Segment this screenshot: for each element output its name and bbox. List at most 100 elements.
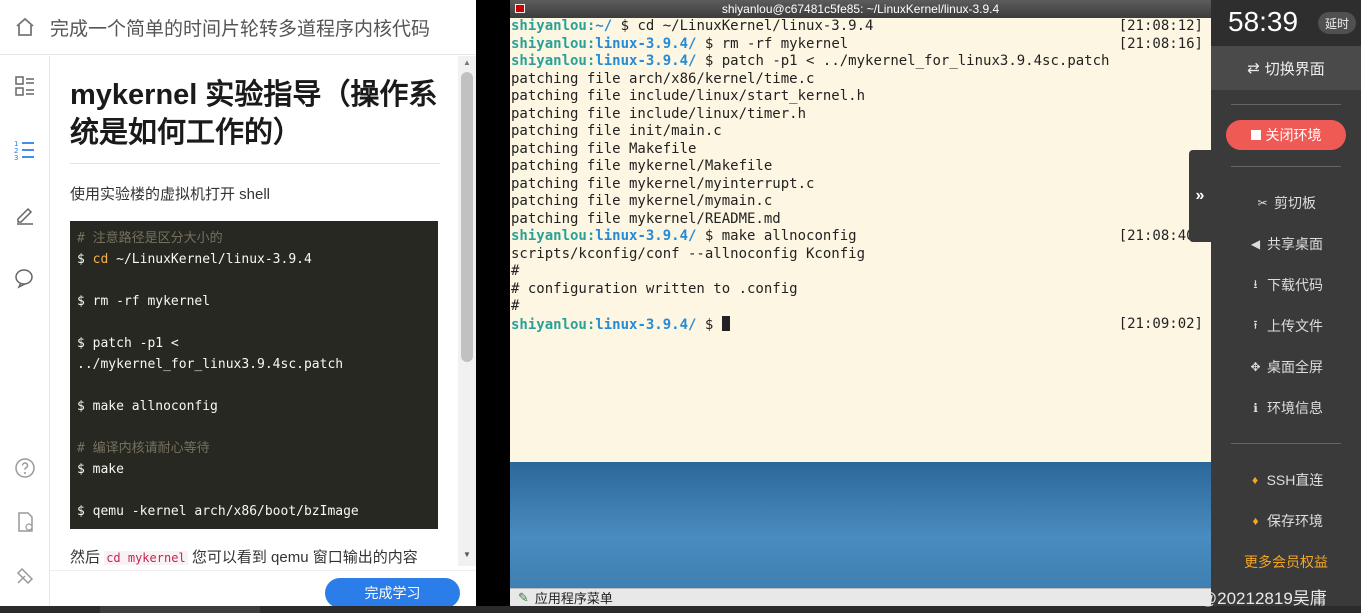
close-env-button[interactable]: 关闭环境 bbox=[1226, 120, 1346, 150]
terminal-line: scripts/kconfig/conf --allnoconfig Kconf… bbox=[511, 245, 866, 262]
overview-icon[interactable] bbox=[13, 74, 37, 98]
course-header: 完成一个简单的时间片轮转多道程序内核代码 bbox=[0, 0, 476, 55]
course-title: 完成一个简单的时间片轮转多道程序内核代码 bbox=[50, 18, 431, 40]
terminal-line: patching file include/linux/start_kernel… bbox=[511, 88, 866, 104]
report-icon[interactable] bbox=[13, 510, 37, 534]
inline-code: cd mykernel bbox=[104, 551, 188, 565]
double-chevron-right-icon: » bbox=[1195, 187, 1205, 204]
scroll-down-icon[interactable]: ▼ bbox=[463, 550, 471, 559]
terminal-line: patching file mykernel/mymain.c bbox=[511, 193, 773, 209]
ordered-list-icon[interactable]: 123 bbox=[13, 138, 37, 162]
clipboard-label: 剪切板 bbox=[1274, 195, 1316, 211]
code-line: $ qemu -kernel arch/x86/boot/bzImage bbox=[77, 504, 359, 519]
svg-text:3: 3 bbox=[14, 154, 18, 162]
upload-file-button[interactable]: ⭱ 上传文件 bbox=[1211, 314, 1361, 338]
terminal-timestamp: [21:08:12] bbox=[1118, 18, 1203, 34]
expand-panel-tab[interactable]: » bbox=[1189, 150, 1211, 242]
download-code-button[interactable]: ⭳ 下载代码 bbox=[1211, 273, 1361, 297]
terminal-line: patching file Makefile bbox=[511, 140, 697, 157]
csdn-watermark: CSDN @20212819吴庸 bbox=[1147, 589, 1327, 608]
terminal-line: shiyanlou:linux-3.9.4/ $ make allnoconfi… bbox=[511, 228, 1203, 244]
doc-scrollbar-thumb[interactable] bbox=[461, 72, 473, 362]
extend-time-button[interactable]: 延时 bbox=[1318, 12, 1356, 34]
switch-view-button[interactable]: ⇄ 切换界面 bbox=[1211, 46, 1361, 90]
after-suffix: 您可以看到 qemu 窗口输出的内容 bbox=[191, 549, 418, 566]
share-desktop-button[interactable]: ◀ 共享桌面 bbox=[1211, 232, 1361, 256]
desktop-taskbar: ✎ 应用程序菜单 bbox=[510, 588, 1211, 606]
terminal-line: patching file include/linux/timer.h bbox=[511, 105, 807, 122]
code-line: # 注意路径是区分大小的 bbox=[77, 231, 223, 246]
code-block: # 注意路径是区分大小的 $ cd ~/LinuxKernel/linux-3.9… bbox=[70, 221, 438, 529]
clipboard-icon: ✂ bbox=[1257, 196, 1268, 210]
terminal-output[interactable]: shiyanlou:~/ $ cd ~/LinuxKernel/linux-3.… bbox=[510, 18, 1211, 462]
stop-icon bbox=[1250, 130, 1261, 140]
diamond-icon: ♦ bbox=[1252, 514, 1259, 528]
ssh-connect-button[interactable]: ♦ SSH直连 bbox=[1211, 468, 1361, 492]
code-line: $ rm -rf mykernel bbox=[77, 294, 211, 309]
terminal-line: patching file mykernel/myinterrupt.c bbox=[511, 175, 815, 192]
code-line: $ make allnoconfig bbox=[77, 399, 218, 414]
terminal-line: # configuration written to .config bbox=[511, 280, 798, 297]
code-line: # 编译内核请耐心等待 bbox=[77, 441, 210, 456]
edit-icon[interactable] bbox=[13, 202, 37, 226]
env-info-button[interactable]: ℹ 环境信息 bbox=[1211, 396, 1361, 420]
terminal-title: shiyanlou@c67481c5fe85: ~/LinuxKernel/li… bbox=[721, 2, 1000, 16]
download-code-icon: ⭳ bbox=[1253, 276, 1258, 291]
bottom-strip-segment bbox=[100, 606, 260, 613]
swap-icon: ⇄ bbox=[1247, 60, 1260, 77]
terminal-line: patching file mykernel/README.md bbox=[511, 210, 781, 227]
fullscreen-label: 桌面全屏 bbox=[1267, 359, 1323, 375]
course-footer: 完成学习 bbox=[50, 570, 476, 608]
terminal-line: shiyanlou:linux-3.9.4/ $ patch -p1 < ../… bbox=[511, 53, 1110, 69]
code-line: $ make bbox=[77, 462, 124, 477]
fullscreen-icon: ✥ bbox=[1250, 360, 1261, 374]
panel-divider bbox=[1231, 443, 1341, 444]
terminal-line: shiyanlou:~/ $ cd ~/LinuxKernel/linux-3.… bbox=[511, 18, 1203, 34]
terminal-line: patching file mykernel/Makefile bbox=[511, 158, 773, 174]
app-menu-icon[interactable]: ✎ bbox=[518, 590, 529, 606]
panel-divider bbox=[1231, 104, 1341, 105]
clipboard-button[interactable]: ✂ 剪切板 bbox=[1211, 191, 1361, 215]
env-info-icon: ℹ bbox=[1253, 401, 1258, 415]
terminal-timestamp: [21:08:16] bbox=[1118, 35, 1203, 52]
doc-content: mykernel 实验指导（操作系统是如何工作的） 使用实验楼的虚拟机打开 sh… bbox=[50, 56, 458, 568]
scroll-up-icon[interactable]: ▲ bbox=[463, 58, 471, 67]
switch-view-label: 切换界面 bbox=[1264, 60, 1325, 78]
save-env-button[interactable]: ♦ 保存环境 bbox=[1211, 509, 1361, 533]
left-rail: 123 bbox=[0, 56, 50, 606]
comments-icon[interactable] bbox=[13, 266, 37, 290]
share-desktop-icon: ◀ bbox=[1250, 237, 1261, 251]
finish-learning-button[interactable]: 完成学习 bbox=[325, 578, 460, 608]
code-line: ../mykernel_for_linux3.9.4sc.patch bbox=[77, 357, 344, 372]
timer-box: 58:39 延时 bbox=[1211, 0, 1361, 46]
ssh-connect-label: SSH直连 bbox=[1266, 472, 1324, 488]
terminal-cursor bbox=[721, 315, 730, 331]
help-icon[interactable] bbox=[13, 456, 37, 480]
upload-file-icon: ⭱ bbox=[1253, 317, 1258, 332]
terminal-line: # bbox=[511, 298, 520, 314]
terminal-titlebar[interactable]: shiyanlou@c67481c5fe85: ~/LinuxKernel/li… bbox=[510, 0, 1211, 18]
code-line: $ patch -p1 < bbox=[77, 336, 179, 351]
app-menu-button[interactable]: 应用程序菜单 bbox=[535, 588, 613, 607]
more-member-rights-link[interactable]: 更多会员权益 bbox=[1211, 550, 1361, 574]
terminal-line: patching file arch/x86/kernel/time.c bbox=[511, 70, 815, 87]
after-prefix: 然后 bbox=[70, 549, 101, 566]
after-paragraph: 然后 cd mykernel 您可以看到 qemu 窗口输出的内容 bbox=[70, 546, 418, 567]
course-panel: 完成一个简单的时间片轮转多道程序内核代码 123 mykernel 实验指导（操… bbox=[0, 0, 476, 608]
heading-divider bbox=[70, 163, 440, 164]
terminal-line: shiyanlou:linux-3.9.4/ $ [21:09:02] bbox=[511, 315, 1203, 333]
countdown-timer: 58:39 bbox=[1228, 6, 1299, 37]
diamond-icon: ♦ bbox=[1252, 473, 1259, 487]
env-control-panel: 58:39 延时 ⇄ 切换界面 关闭环境 ✂ 剪切板 ◀ 共享桌面 ⭳ 下载代码 ⭱ 上传文件… bbox=[1211, 0, 1361, 606]
intro-paragraph: 使用实验楼的虚拟机打开 shell bbox=[70, 186, 271, 203]
home-icon[interactable] bbox=[0, 16, 50, 38]
terminal-timestamp: [21:09:02] bbox=[1118, 315, 1203, 332]
upload-file-label: 上传文件 bbox=[1267, 318, 1323, 334]
tools-icon[interactable] bbox=[13, 564, 37, 588]
fullscreen-button[interactable]: ✥ 桌面全屏 bbox=[1211, 355, 1361, 379]
